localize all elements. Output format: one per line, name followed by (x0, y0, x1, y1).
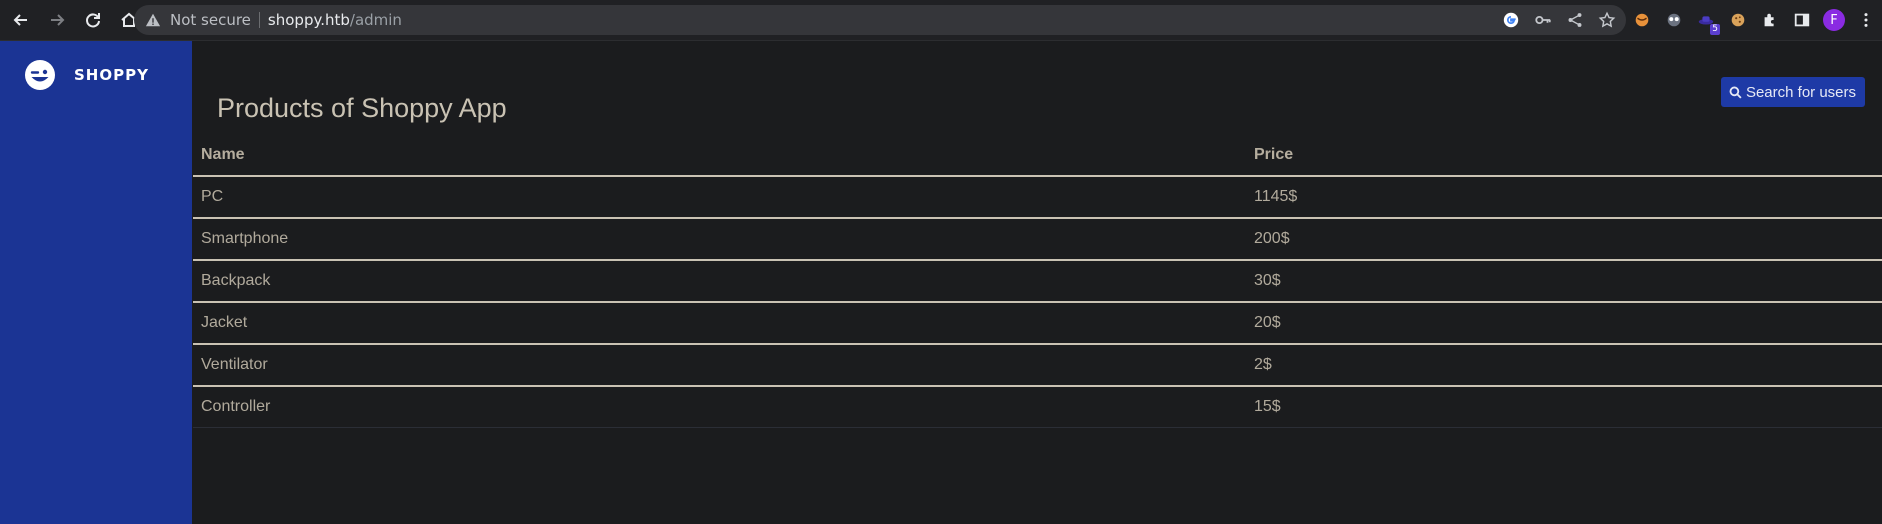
menu-icon[interactable] (1854, 8, 1878, 32)
warning-icon (144, 11, 162, 29)
address-bar[interactable]: Not secure shoppy.htb/admin (134, 5, 1626, 35)
brand-name: SHOPPY (74, 66, 149, 84)
puzzle-icon[interactable] (1758, 8, 1782, 32)
search-users-label: Search for users (1745, 83, 1856, 101)
table-row: Jacket 20$ (193, 302, 1882, 345)
product-name: Smartphone (193, 218, 1246, 261)
reload-icon (86, 13, 100, 28)
share-icon[interactable] (1564, 9, 1586, 31)
sidepanel-icon[interactable] (1790, 8, 1814, 32)
url-path: /admin (349, 11, 402, 29)
brand-logo[interactable]: SHOPPY (24, 59, 149, 91)
table-row: Ventilator 2$ (193, 344, 1882, 387)
forward-button[interactable] (44, 7, 70, 33)
column-header-price: Price (1246, 135, 1882, 177)
extensions-bar: 5 F (1630, 6, 1878, 35)
wink-face-icon (25, 60, 55, 90)
table-row: PC 1145$ (193, 176, 1882, 219)
products-table: Name Price PC 1145$ Smartphone 200$ Back… (193, 135, 1882, 428)
product-name: Backpack (193, 260, 1246, 303)
avatar: F (1823, 9, 1845, 31)
extension-hat-icon[interactable]: 5 (1694, 8, 1720, 35)
product-price: 20$ (1246, 302, 1882, 345)
column-header-name: Name (193, 135, 1246, 177)
extension-badge: 5 (1710, 24, 1720, 35)
product-price: 15$ (1246, 386, 1882, 428)
profile-avatar[interactable]: F (1822, 8, 1846, 32)
page-title: Products of Shoppy App (217, 93, 507, 124)
reload-button[interactable] (80, 7, 106, 33)
product-price: 200$ (1246, 218, 1882, 261)
product-price: 2$ (1246, 344, 1882, 387)
search-users-button[interactable]: Search for users (1720, 77, 1865, 107)
browser-toolbar: Not secure shoppy.htb/admin 5 F (0, 0, 1882, 41)
extension-orange-icon[interactable] (1630, 8, 1654, 32)
product-price: 1145$ (1246, 176, 1882, 219)
url-text[interactable]: shoppy.htb/admin (268, 11, 402, 29)
url-host: shoppy.htb (267, 11, 350, 29)
table-row: Controller 15$ (193, 386, 1882, 428)
extension-glasses-icon[interactable] (1662, 8, 1686, 32)
table-row: Smartphone 200$ (193, 218, 1882, 261)
google-icon[interactable] (1500, 9, 1522, 31)
security-label[interactable]: Not secure (170, 11, 251, 29)
search-icon (1729, 86, 1742, 99)
product-name: Controller (193, 386, 1246, 428)
product-name: PC (193, 176, 1246, 219)
main-content: Products of Shoppy App Search for users … (193, 41, 1882, 524)
product-price: 30$ (1246, 260, 1882, 303)
sidebar: SHOPPY (0, 41, 192, 524)
back-icon (13, 14, 27, 26)
table-row: Backpack 30$ (193, 260, 1882, 303)
back-button[interactable] (8, 7, 34, 33)
product-name: Jacket (193, 302, 1246, 345)
extension-cookie-icon[interactable] (1726, 8, 1750, 32)
product-name: Ventilator (193, 344, 1246, 387)
forward-icon (51, 14, 65, 26)
omnibox-actions (1500, 5, 1618, 35)
key-icon[interactable] (1532, 9, 1554, 31)
omnibox-divider (258, 12, 260, 28)
star-icon[interactable] (1596, 9, 1618, 31)
table-header-row: Name Price (193, 135, 1882, 177)
